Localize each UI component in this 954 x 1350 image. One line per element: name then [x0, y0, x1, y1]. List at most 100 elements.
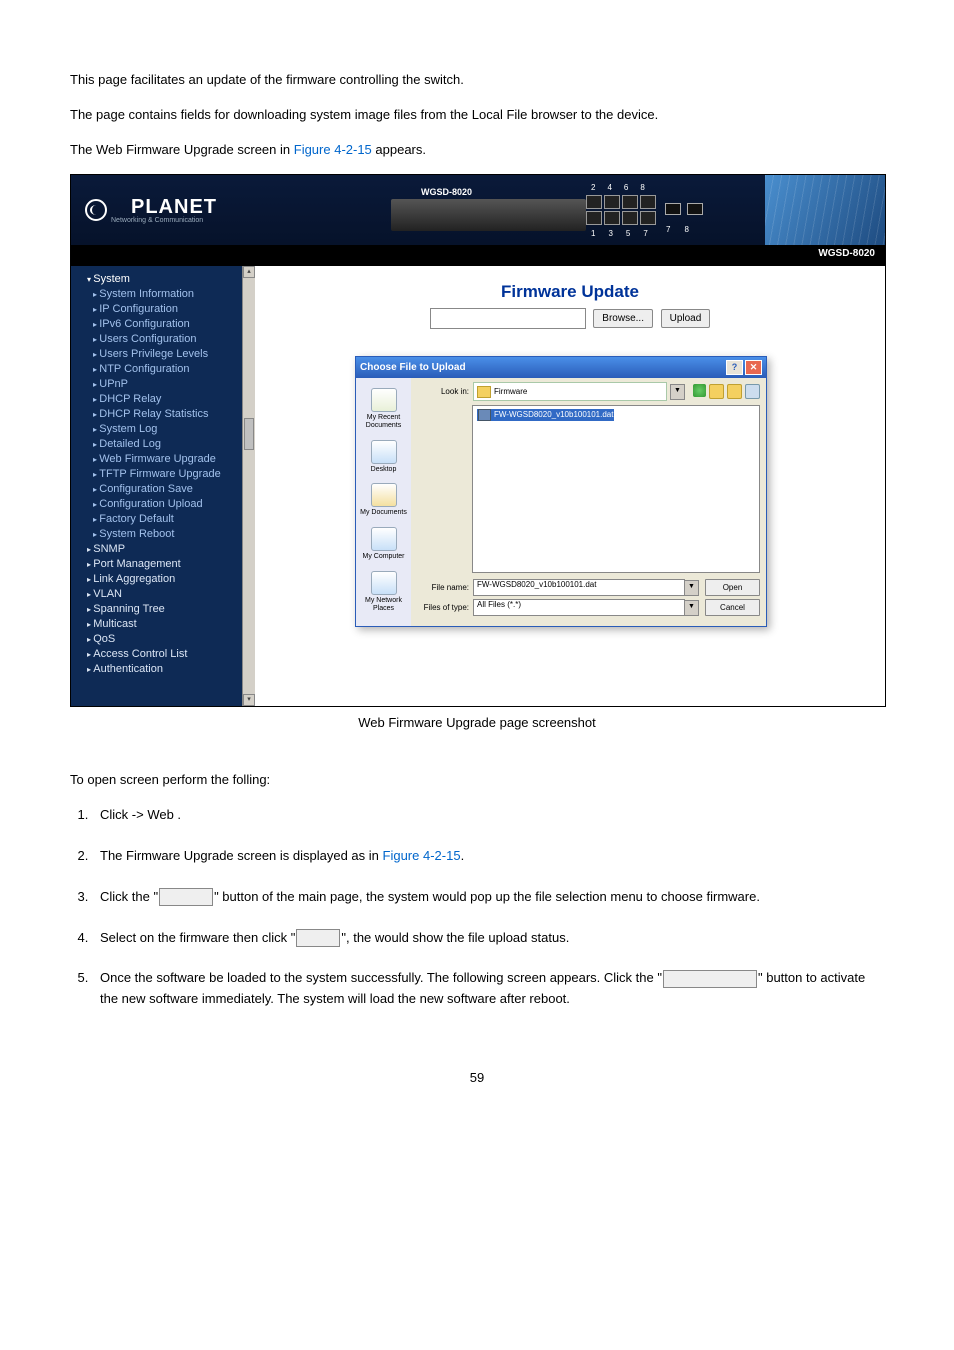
place-label: My Computer	[356, 553, 411, 561]
lookin-combo[interactable]: Firmware	[473, 382, 667, 401]
folder-icon	[477, 386, 491, 398]
file-dialog: Choose File to Upload ? ✕ My Recent Docu…	[355, 356, 767, 627]
page-number: 59	[70, 1070, 884, 1085]
place-icon	[371, 571, 397, 595]
up-folder-icon[interactable]	[709, 384, 724, 399]
place-label: My Documents	[356, 509, 411, 517]
screenshot-header: PLANET Networking & Communication WGSD-8…	[71, 175, 885, 245]
sidebar-item[interactable]: Authentication	[83, 662, 255, 677]
upload-button[interactable]: Upload	[661, 309, 711, 328]
file-list[interactable]: FW-WGSD8020_v10b100101.dat	[472, 405, 760, 573]
lookin-dropdown-icon[interactable]: ▼	[670, 384, 685, 400]
figure-link[interactable]: Figure 4-2-15	[383, 848, 461, 863]
sidebar-item[interactable]: Users Configuration	[83, 332, 255, 347]
sidebar-item[interactable]: TFTP Firmware Upgrade	[83, 467, 255, 482]
sidebar-item[interactable]: Access Control List	[83, 647, 255, 662]
sidebar-item[interactable]: DHCP Relay	[83, 392, 255, 407]
place-label: Desktop	[356, 466, 411, 474]
intro-p3: The Web Firmware Upgrade screen in Figur…	[70, 140, 884, 161]
scroll-up-icon[interactable]: ▴	[243, 266, 255, 278]
sidebar-item[interactable]: Users Privilege Levels	[83, 347, 255, 362]
logo-text: PLANET	[131, 196, 217, 218]
screenshot: PLANET Networking & Communication WGSD-8…	[70, 174, 886, 707]
sidebar-item[interactable]: Factory Default	[83, 512, 255, 527]
port-numbers-top: 2468	[591, 183, 645, 192]
file-path-input[interactable]	[430, 308, 586, 329]
sidebar-item[interactable]: Web Firmware Upgrade	[83, 452, 255, 467]
sidebar-item[interactable]: System Information	[83, 287, 255, 302]
file-item[interactable]: FW-WGSD8020_v10b100101.dat	[477, 409, 614, 421]
browse-button[interactable]: Browse...	[593, 309, 653, 328]
cancel-button[interactable]: Cancel	[705, 599, 760, 616]
sidebar-item[interactable]: QoS	[83, 632, 255, 647]
filename-input[interactable]: FW-WGSD8020_v10b100101.dat	[473, 579, 685, 596]
intro-p2: The page contains fields for downloading…	[70, 105, 884, 126]
sidebar-item[interactable]: System Reboot	[83, 527, 255, 542]
scroll-thumb[interactable]	[244, 418, 254, 450]
back-icon[interactable]	[693, 384, 706, 397]
sidebar-item[interactable]: System Log	[83, 422, 255, 437]
sidebar-item[interactable]: UPnP	[83, 377, 255, 392]
sidebar-item[interactable]: VLAN	[83, 587, 255, 602]
intro-p1: This page facilitates an update of the f…	[70, 70, 884, 91]
switch-graphic	[391, 199, 586, 231]
sidebar-item[interactable]: IP Configuration	[83, 302, 255, 317]
sidebar-scrollbar[interactable]: ▴ ▾	[242, 266, 255, 706]
places-bar: My Recent Documents Desktop My Documents My…	[356, 378, 411, 626]
step-3: Click the "" button of the main page, th…	[92, 887, 884, 908]
place-icon	[371, 527, 397, 551]
sidebar-item[interactable]: Spanning Tree	[83, 602, 255, 617]
sidebar-item[interactable]: IPv6 Configuration	[83, 317, 255, 332]
sidebar-item[interactable]: Configuration Save	[83, 482, 255, 497]
dialog-title: Choose File to Upload	[360, 362, 466, 373]
places-item[interactable]: Desktop	[356, 440, 411, 474]
view-menu-icon[interactable]	[745, 384, 760, 399]
page-title: Firmware Update	[255, 282, 885, 302]
port-numbers-bottom: 1357	[591, 229, 648, 238]
scroll-down-icon[interactable]: ▾	[243, 694, 255, 706]
sidebar-item[interactable]: Port Management	[83, 557, 255, 572]
figure-link[interactable]: Figure 4-2-15	[294, 142, 372, 157]
open-button[interactable]: Open	[705, 579, 760, 596]
sidebar-item[interactable]: System	[83, 272, 255, 287]
gbic-ports	[665, 203, 703, 215]
place-icon	[371, 388, 397, 412]
inline-browse-button	[159, 888, 213, 906]
logo-subtext: Networking & Communication	[111, 217, 217, 224]
place-icon	[371, 440, 397, 464]
close-icon[interactable]: ✕	[745, 360, 762, 375]
figure-caption: Web Firmware Upgrade page screenshot	[70, 715, 884, 730]
places-item[interactable]: My Recent Documents	[356, 388, 411, 429]
step-4: Select on the firmware then click "", th…	[92, 928, 884, 949]
filetype-label: Files of type:	[417, 603, 469, 612]
new-folder-icon[interactable]	[727, 384, 742, 399]
sidebar-item[interactable]: Detailed Log	[83, 437, 255, 452]
places-item[interactable]: My Network Places	[356, 571, 411, 612]
steps-list: Click -> Web . The Firmware Upgrade scre…	[70, 805, 884, 1010]
logo-icon	[85, 199, 107, 221]
port-grid	[586, 195, 656, 225]
dialog-toolbar	[693, 384, 760, 399]
sidebar-item[interactable]: SNMP	[83, 542, 255, 557]
steps-intro: To open screen perform the folling:	[70, 770, 884, 791]
place-label: My Recent Documents	[356, 414, 411, 429]
sidebar-item[interactable]: Configuration Upload	[83, 497, 255, 512]
sidebar-item[interactable]: NTP Configuration	[83, 362, 255, 377]
gbic-index: 78	[666, 225, 689, 234]
header-model: WGSD-8020	[421, 187, 472, 197]
filetype-dropdown-icon[interactable]: ▼	[684, 600, 699, 616]
places-item[interactable]: My Computer	[356, 527, 411, 561]
sidebar: SystemSystem InformationIP Configuration…	[71, 266, 255, 706]
sidebar-item[interactable]: Link Aggregation	[83, 572, 255, 587]
place-label: My Network Places	[356, 597, 411, 612]
sidebar-item[interactable]: DHCP Relay Statistics	[83, 407, 255, 422]
inline-activate-button	[663, 970, 757, 988]
filetype-combo[interactable]: All Files (*.*)	[473, 599, 685, 616]
filename-dropdown-icon[interactable]: ▼	[684, 580, 699, 596]
inline-open-button	[296, 929, 340, 947]
step-2: The Firmware Upgrade screen is displayed…	[92, 846, 884, 867]
places-item[interactable]: My Documents	[356, 483, 411, 517]
sidebar-item[interactable]: Multicast	[83, 617, 255, 632]
help-icon[interactable]: ?	[726, 360, 743, 375]
main-area: Firmware Update Browse... Upload Choose …	[255, 266, 885, 706]
